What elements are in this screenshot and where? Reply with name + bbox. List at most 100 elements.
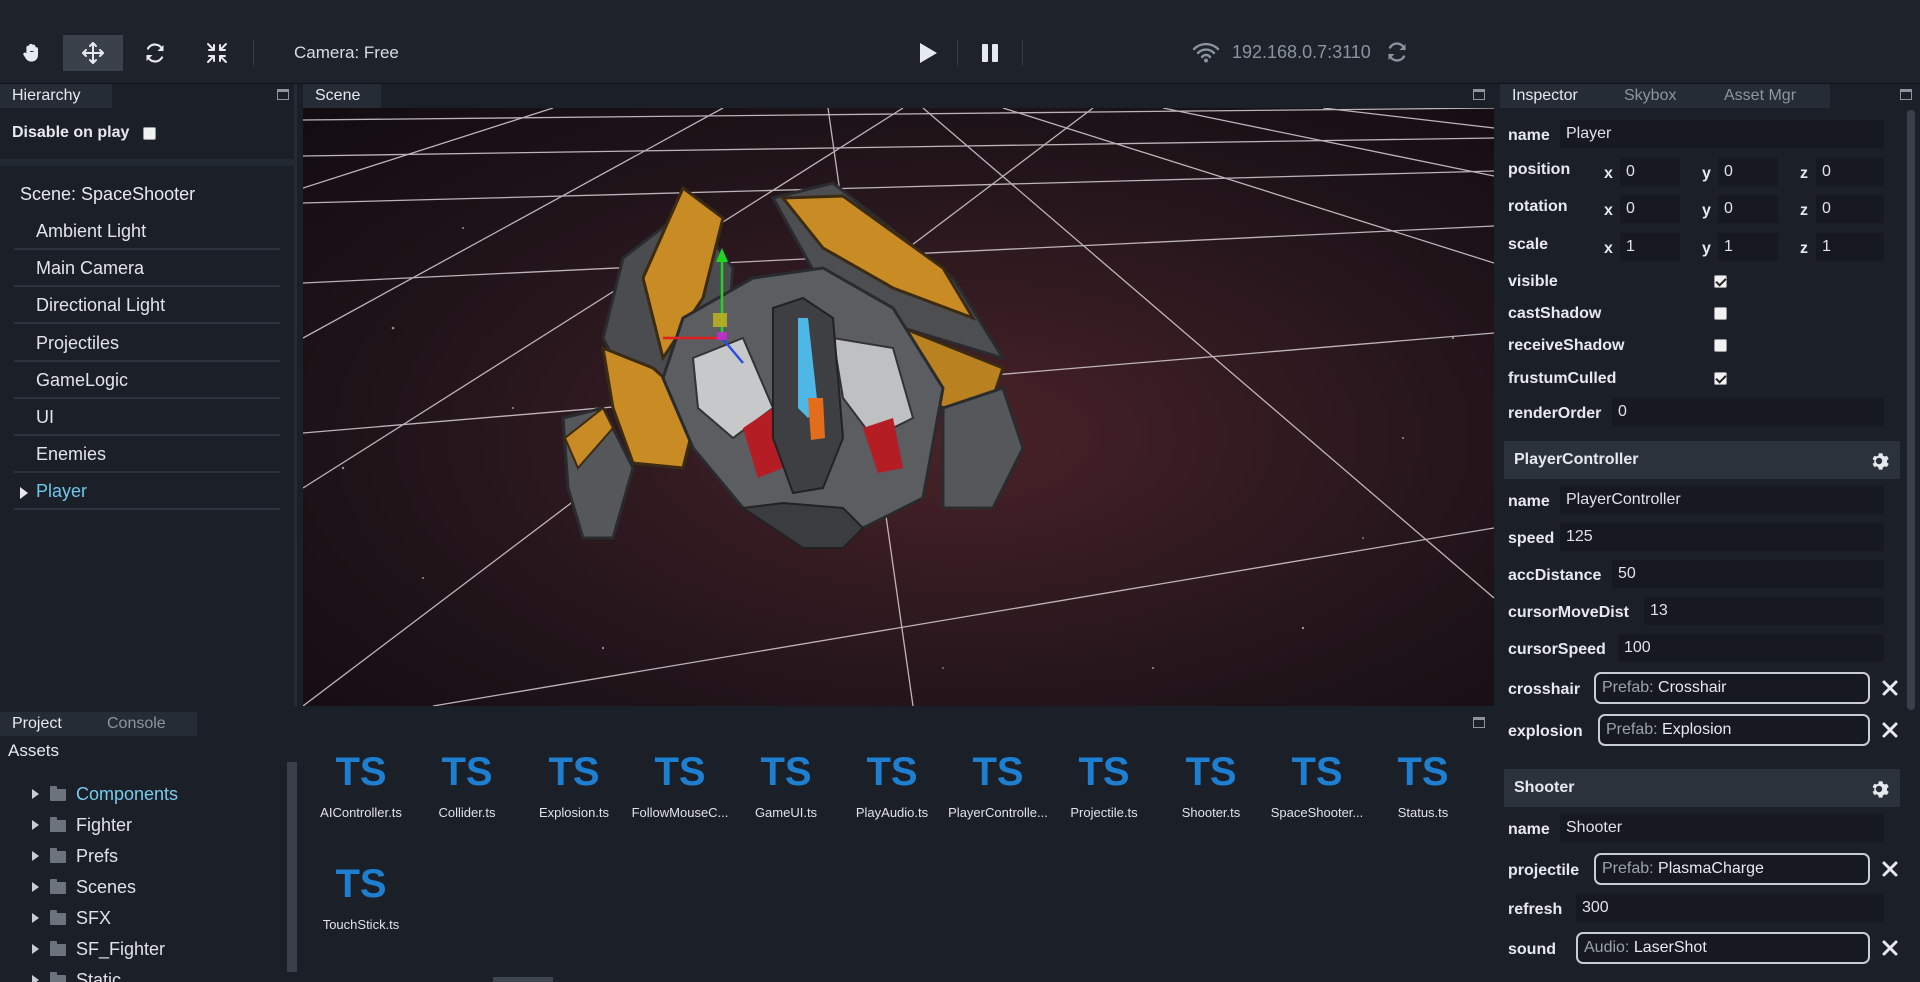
asset-file[interactable]: TS Status.ts	[1370, 746, 1476, 842]
asset-file[interactable]: TS GameUI.ts	[733, 746, 839, 842]
clear-x-icon[interactable]	[1880, 720, 1900, 740]
maximize-icon[interactable]	[1473, 717, 1485, 728]
folder-label: Fighter	[76, 815, 133, 835]
folder-static[interactable]: Static	[32, 967, 121, 982]
tab-asset-mgr[interactable]: Asset Mgr	[1712, 84, 1830, 108]
asset-file[interactable]: TS Collider.ts	[414, 746, 520, 842]
scale-z-field[interactable]: 1	[1816, 233, 1884, 261]
clear-x-icon[interactable]	[1880, 678, 1900, 698]
folder-sfx[interactable]: SFX	[32, 905, 111, 931]
hierarchy-item-directional-light[interactable]: Directional Light	[14, 288, 280, 324]
controller-name-field[interactable]: PlayerController	[1560, 486, 1884, 514]
position-z-field[interactable]: 0	[1816, 158, 1884, 186]
gear-icon[interactable]	[1868, 778, 1890, 800]
expand-caret-icon[interactable]	[32, 789, 39, 799]
asset-file[interactable]: TS Projectile.ts	[1051, 746, 1157, 842]
maximize-icon[interactable]	[1473, 89, 1485, 100]
move-tool-button[interactable]	[63, 35, 123, 71]
expand-caret-icon[interactable]	[32, 882, 39, 892]
disable-on-play-checkbox[interactable]	[143, 127, 156, 140]
tab-scene[interactable]: Scene	[303, 84, 381, 108]
component-header-playercontroller[interactable]: PlayerController	[1504, 441, 1900, 479]
asset-file[interactable]: TS FollowMouseC...	[627, 746, 733, 842]
inspector-scrollbar[interactable]	[1907, 110, 1915, 710]
clear-x-icon[interactable]	[1880, 938, 1900, 958]
folder-sf-fighter[interactable]: SF_Fighter	[32, 936, 165, 962]
asset-file[interactable]: TS Shooter.ts	[1158, 746, 1264, 842]
hierarchy-item-gamelogic[interactable]: GameLogic	[14, 363, 280, 399]
tab-inspector[interactable]: Inspector	[1500, 84, 1612, 108]
hierarchy-item-main-camera[interactable]: Main Camera	[14, 251, 280, 287]
pause-icon[interactable]	[975, 38, 1005, 68]
expand-caret-icon[interactable]	[32, 913, 39, 923]
folder-scenes[interactable]: Scenes	[32, 874, 136, 900]
expand-caret-icon[interactable]	[32, 820, 39, 830]
tab-project[interactable]: Project	[0, 712, 95, 736]
expand-caret-icon[interactable]	[32, 944, 39, 954]
hierarchy-item-enemies[interactable]: Enemies	[14, 437, 280, 473]
tab-skybox[interactable]: Skybox	[1612, 84, 1712, 108]
hierarchy-item-ambient-light[interactable]: Ambient Light	[14, 214, 280, 250]
rotation-x-field[interactable]: 0	[1620, 195, 1680, 223]
clear-x-icon[interactable]	[1880, 859, 1900, 879]
expand-caret-icon[interactable]	[20, 487, 28, 499]
component-header-shooter[interactable]: Shooter	[1504, 769, 1900, 807]
prop-label-name: name	[1508, 493, 1550, 510]
hierarchy-item-projectiles[interactable]: Projectiles	[14, 326, 280, 362]
rotate-icon	[146, 43, 164, 63]
folder-prefs[interactable]: Prefs	[32, 843, 118, 869]
name-field[interactable]: Player	[1560, 120, 1884, 148]
rotate-tool-button[interactable]	[125, 35, 185, 71]
renderorder-field[interactable]: 0	[1612, 398, 1884, 426]
visible-checkbox[interactable]	[1714, 275, 1727, 288]
speed-field[interactable]: 125	[1560, 523, 1884, 551]
folder-fighter[interactable]: Fighter	[32, 812, 132, 838]
expand-caret-icon[interactable]	[32, 851, 39, 861]
refresh-field[interactable]: 300	[1576, 894, 1884, 922]
asset-file[interactable]: TS Explosion.ts	[521, 746, 627, 842]
asset-file[interactable]: TS AIController.ts	[308, 746, 414, 842]
asset-file[interactable]: TS TouchStick.ts	[308, 858, 414, 954]
projectile-prefab-field[interactable]: Prefab: PlasmaCharge	[1594, 853, 1870, 885]
play-icon[interactable]	[912, 38, 942, 68]
camera-mode-label[interactable]: Camera: Free	[294, 43, 399, 63]
tab-console[interactable]: Console	[95, 712, 197, 736]
expand-caret-icon[interactable]	[32, 975, 39, 982]
tree-scrollbar[interactable]	[287, 762, 297, 972]
tab-hierarchy[interactable]: Hierarchy	[0, 84, 112, 108]
asset-file-name: GameUI.ts	[754, 805, 818, 820]
scale-tool-button[interactable]	[187, 35, 247, 71]
maximize-icon[interactable]	[277, 89, 289, 100]
cursormovedist-field[interactable]: 13	[1644, 597, 1884, 625]
hand-tool-button[interactable]	[2, 35, 62, 71]
maximize-icon[interactable]	[1900, 89, 1912, 100]
position-x-field[interactable]: 0	[1620, 158, 1680, 186]
asset-horizontal-scrollbar[interactable]	[493, 977, 553, 982]
sound-audio-field[interactable]: Audio: LaserShot	[1576, 932, 1870, 964]
rotation-y-field[interactable]: 0	[1718, 195, 1778, 223]
cursorspeed-field[interactable]: 100	[1618, 634, 1884, 662]
gear-icon[interactable]	[1868, 450, 1890, 472]
hierarchy-item-ui[interactable]: UI	[14, 400, 280, 436]
receiveshadow-checkbox[interactable]	[1714, 339, 1727, 352]
scale-x-field[interactable]: 1	[1620, 233, 1680, 261]
hierarchy-item-player[interactable]: Player	[14, 474, 280, 510]
explosion-prefab-field[interactable]: Prefab: Explosion	[1598, 714, 1870, 746]
asset-file[interactable]: TS PlayerControlle...	[945, 746, 1051, 842]
prop-label-receiveshadow: receiveShadow	[1508, 337, 1625, 354]
asset-file[interactable]: TS PlayAudio.ts	[839, 746, 945, 842]
shooter-name-field[interactable]: Shooter	[1560, 814, 1884, 842]
scale-y-field[interactable]: 1	[1718, 233, 1778, 261]
folder-components[interactable]: Components	[32, 781, 178, 807]
accdistance-field[interactable]: 50	[1612, 560, 1884, 588]
rotation-z-field[interactable]: 0	[1816, 195, 1884, 223]
asset-file[interactable]: TS SpaceShooter...	[1264, 746, 1370, 842]
castshadow-checkbox[interactable]	[1714, 307, 1727, 320]
crosshair-prefab-field[interactable]: Prefab: Crosshair	[1594, 672, 1870, 704]
axis-z-label: z	[1800, 240, 1808, 257]
frustumculled-checkbox[interactable]	[1714, 372, 1727, 385]
scene-viewport[interactable]	[303, 108, 1494, 706]
position-y-field[interactable]: 0	[1718, 158, 1778, 186]
refresh-icon[interactable]	[1385, 40, 1409, 64]
typescript-file-icon: TS	[548, 750, 600, 794]
